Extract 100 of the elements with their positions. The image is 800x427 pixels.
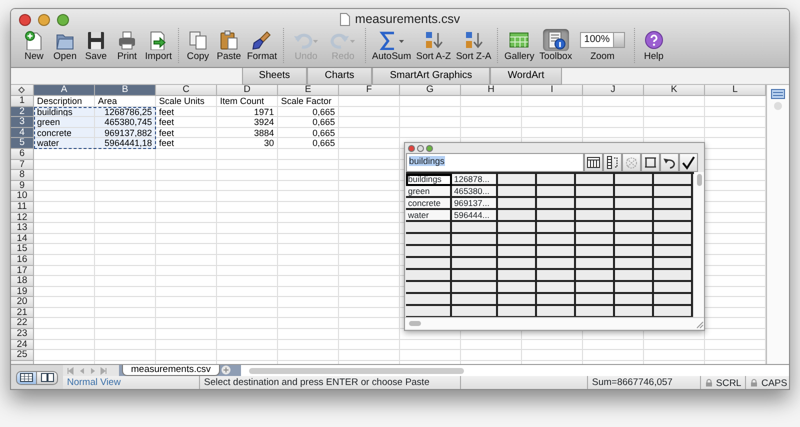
normal-view-button[interactable] (16, 370, 37, 384)
row-header[interactable]: 10 (11, 191, 34, 202)
row-header[interactable]: 5 (11, 138, 34, 149)
empty-cell (217, 170, 278, 181)
column-header[interactable]: I (522, 85, 583, 96)
scroll-thumb[interactable] (409, 321, 421, 326)
row-header[interactable]: 4 (11, 128, 34, 138)
empty-cell (522, 128, 583, 138)
row-header[interactable]: 20 (11, 297, 34, 308)
toolbar-button[interactable]: Paste (214, 28, 244, 63)
toolbar-button[interactable]: Gallery (502, 28, 536, 63)
row-header[interactable]: 9 (11, 180, 34, 192)
zoom-control[interactable]: 100% Zoom (575, 28, 630, 63)
toolbar-button[interactable]: Print (112, 28, 142, 63)
row-header[interactable]: 24 (11, 340, 34, 350)
palette-button[interactable] (679, 153, 698, 172)
horizontal-scrollbar[interactable] (405, 317, 704, 329)
table-cell[interactable]: 126878... (452, 174, 498, 186)
zoom-button[interactable] (57, 14, 69, 26)
column-header[interactable]: F (339, 85, 400, 96)
table-cell: feet (156, 106, 217, 118)
row-header[interactable]: 21 (11, 308, 34, 318)
row-header[interactable]: 15 (11, 244, 34, 255)
sheet-tab[interactable]: measurements.csv (122, 365, 220, 376)
scroll-thumb[interactable] (696, 174, 702, 186)
palette-button[interactable] (584, 153, 603, 172)
ribbon-tab[interactable]: Sheets (242, 68, 307, 85)
column-header[interactable]: J (583, 85, 644, 96)
palette-close-button[interactable] (408, 144, 415, 152)
toolbar-button[interactable]: Format (244, 28, 280, 63)
table-cell[interactable]: 465380... (452, 186, 498, 198)
palette-button[interactable] (603, 153, 622, 172)
input-field[interactable]: buildings (406, 153, 584, 172)
empty-cell (156, 286, 217, 298)
column-header[interactable]: E (278, 85, 339, 96)
row-header[interactable]: 7 (11, 160, 34, 170)
empty-cell (339, 340, 400, 350)
select-all-icon[interactable] (11, 85, 34, 96)
column-header[interactable]: L (705, 85, 766, 96)
ribbon-tab[interactable]: Charts (307, 68, 372, 85)
toolbar-button[interactable]: Help (638, 28, 669, 63)
toolbar-button[interactable]: New (19, 28, 49, 63)
row-header[interactable]: 18 (11, 276, 34, 287)
toolbar-button[interactable]: AutoSum (370, 28, 414, 63)
column-header[interactable]: A (34, 85, 95, 96)
row-header[interactable]: 2 (11, 106, 34, 118)
column-header[interactable]: C (156, 85, 217, 96)
toolbar-button[interactable]: Save (81, 28, 111, 63)
vertical-scrollbar[interactable] (694, 172, 704, 317)
table-cell[interactable]: 596444... (452, 210, 498, 222)
table-cell[interactable]: 969137... (452, 198, 498, 210)
empty-cell (217, 308, 278, 318)
palette-minimize-button[interactable] (417, 144, 424, 152)
zoom-field[interactable]: 100% (580, 32, 625, 48)
column-header[interactable]: G (400, 85, 461, 96)
resize-grip-icon[interactable] (694, 318, 704, 328)
close-button[interactable] (19, 14, 31, 26)
layout-view-button[interactable] (37, 370, 58, 384)
row-header[interactable]: 13 (11, 223, 34, 234)
ribbon-tab[interactable]: SmartArt Graphics (372, 68, 490, 85)
palette-button[interactable] (660, 153, 679, 172)
row-header[interactable]: 3 (11, 117, 34, 128)
table-cell[interactable]: green (406, 186, 452, 198)
row-header[interactable]: 11 (11, 202, 34, 213)
row-header[interactable]: 12 (11, 212, 34, 224)
scroll-thumb[interactable] (248, 368, 464, 374)
column-header[interactable]: K (644, 85, 705, 96)
row-header[interactable]: 17 (11, 266, 34, 276)
indicator-label: CAPS (761, 376, 788, 389)
scroll-thumb[interactable] (774, 102, 782, 110)
row-header[interactable]: 8 (11, 170, 34, 181)
toolbar-button[interactable]: Copy (182, 28, 213, 63)
row-header[interactable]: 16 (11, 254, 34, 266)
row-header[interactable]: 19 (11, 286, 34, 298)
table-cell[interactable]: concrete (406, 198, 452, 210)
minimize-button[interactable] (38, 14, 50, 26)
toolbar-button[interactable]: Toolbox (537, 28, 574, 63)
toolbar-button[interactable]: Open (50, 28, 80, 63)
toolbar-button[interactable]: Sort Z-A (454, 28, 494, 63)
column-header[interactable]: B (95, 85, 156, 96)
table-cell: 969137,882 (95, 128, 156, 138)
ribbon-tab[interactable]: WordArt (490, 68, 562, 85)
vertical-scrollbar[interactable] (766, 85, 789, 364)
row-header[interactable]: 25 (11, 350, 34, 361)
palette-button[interactable] (641, 153, 660, 172)
row-header[interactable]: 22 (11, 318, 34, 330)
row-header[interactable]: 14 (11, 234, 34, 244)
table-cell[interactable]: buildings (406, 174, 452, 186)
split-icon[interactable] (771, 89, 785, 99)
row-header[interactable]: 1 (11, 96, 34, 107)
column-header[interactable]: H (461, 85, 522, 96)
toolbar-button[interactable]: Sort A-Z (414, 28, 453, 63)
column-header[interactable]: D (217, 85, 278, 96)
add-sheet-icon[interactable] (220, 365, 231, 375)
toolbar-button[interactable]: Import (143, 28, 174, 63)
row-header[interactable]: 6 (11, 148, 34, 160)
palette-zoom-button[interactable] (426, 144, 433, 152)
horizontal-scrollbar[interactable] (240, 365, 789, 376)
table-cell[interactable]: water (406, 210, 452, 222)
row-header[interactable]: 23 (11, 329, 34, 340)
